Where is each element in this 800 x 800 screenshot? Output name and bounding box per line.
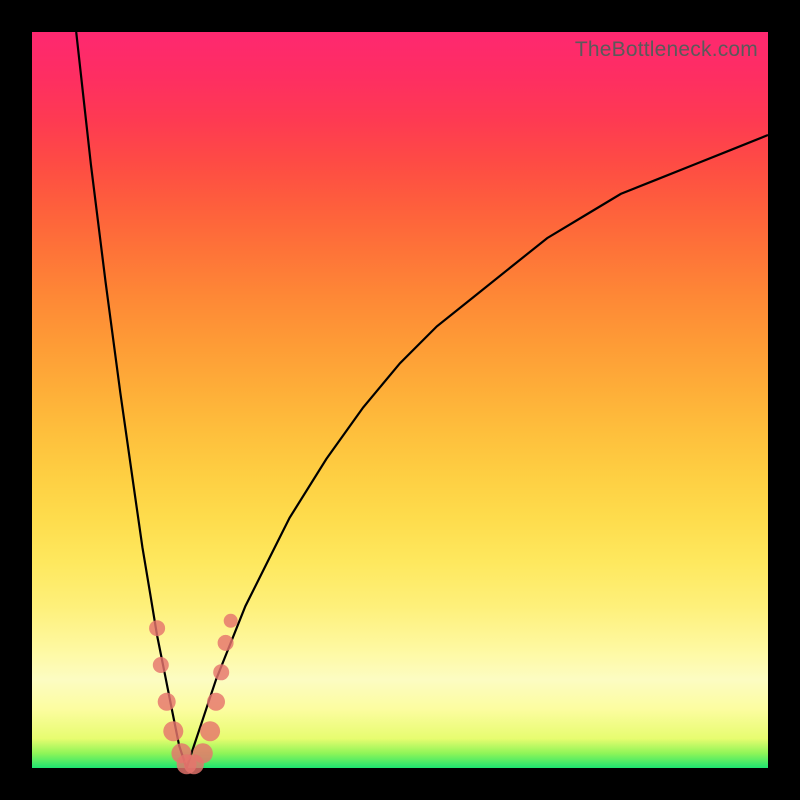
marker-dot — [158, 693, 176, 711]
curve-svg — [32, 32, 768, 768]
marker-dot — [153, 657, 169, 673]
marker-dot — [224, 614, 238, 628]
curve-right — [187, 135, 768, 768]
chart-frame: TheBottleneck.com — [0, 0, 800, 800]
marker-dot — [200, 721, 220, 741]
plot-area: TheBottleneck.com — [32, 32, 768, 768]
marker-dot — [149, 620, 165, 636]
marker-dot — [213, 664, 229, 680]
marker-dot — [193, 743, 213, 763]
marker-dot — [207, 693, 225, 711]
marker-group — [149, 614, 238, 775]
marker-dot — [218, 635, 234, 651]
marker-dot — [163, 721, 183, 741]
curve-left — [76, 32, 186, 768]
